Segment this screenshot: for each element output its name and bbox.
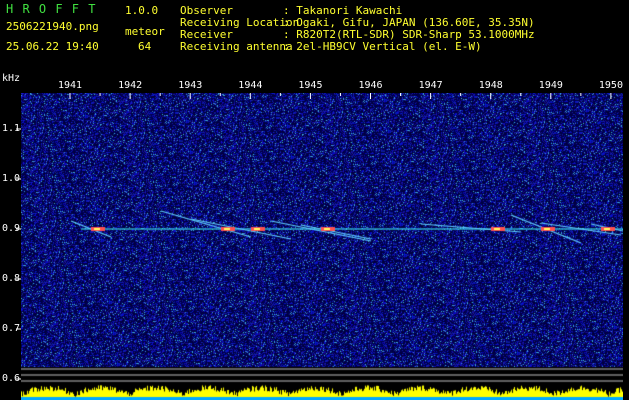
app-title: H R O F F T (6, 2, 97, 16)
time-tick-label: 1943 (178, 80, 203, 91)
freq-tick-label: 1.1 (2, 123, 21, 134)
time-tick-label: 1948 (478, 80, 503, 91)
hrofft-window: H R O F F T 1.0.0 2506221940.png meteor … (0, 0, 629, 400)
freq-tick-label: 0.7 (2, 323, 21, 334)
app-version: 1.0.0 (125, 4, 159, 17)
freq-tick-label: 1.0 (2, 173, 21, 184)
y-axis-unit: kHz (2, 73, 21, 84)
time-tick-label: 1945 (298, 80, 323, 91)
event-count: 64 (138, 40, 152, 53)
spectrogram-canvas (21, 93, 623, 400)
time-tick-label: 1946 (358, 80, 383, 91)
file-name: 2506221940.png (6, 20, 99, 33)
mode-label: meteor (125, 25, 165, 38)
field-value-antenna: : 2el-HB9CV Vertical (el. E-W) (283, 40, 482, 53)
time-tick-label: 1949 (538, 80, 563, 91)
freq-tick-label: 0.8 (2, 273, 21, 284)
time-tick-label: 1950 (598, 80, 623, 91)
time-tick-label: 1942 (118, 80, 143, 91)
freq-tick-label: 0.9 (2, 223, 21, 234)
time-tick-label: 1947 (418, 80, 443, 91)
freq-tick-label: 0.6 (2, 373, 21, 384)
time-tick-label: 1941 (58, 80, 83, 91)
time-tick-label: 1944 (238, 80, 263, 91)
datetime: 25.06.22 19:40 (6, 40, 99, 53)
field-label-antenna: Receiving antenna (180, 40, 293, 53)
